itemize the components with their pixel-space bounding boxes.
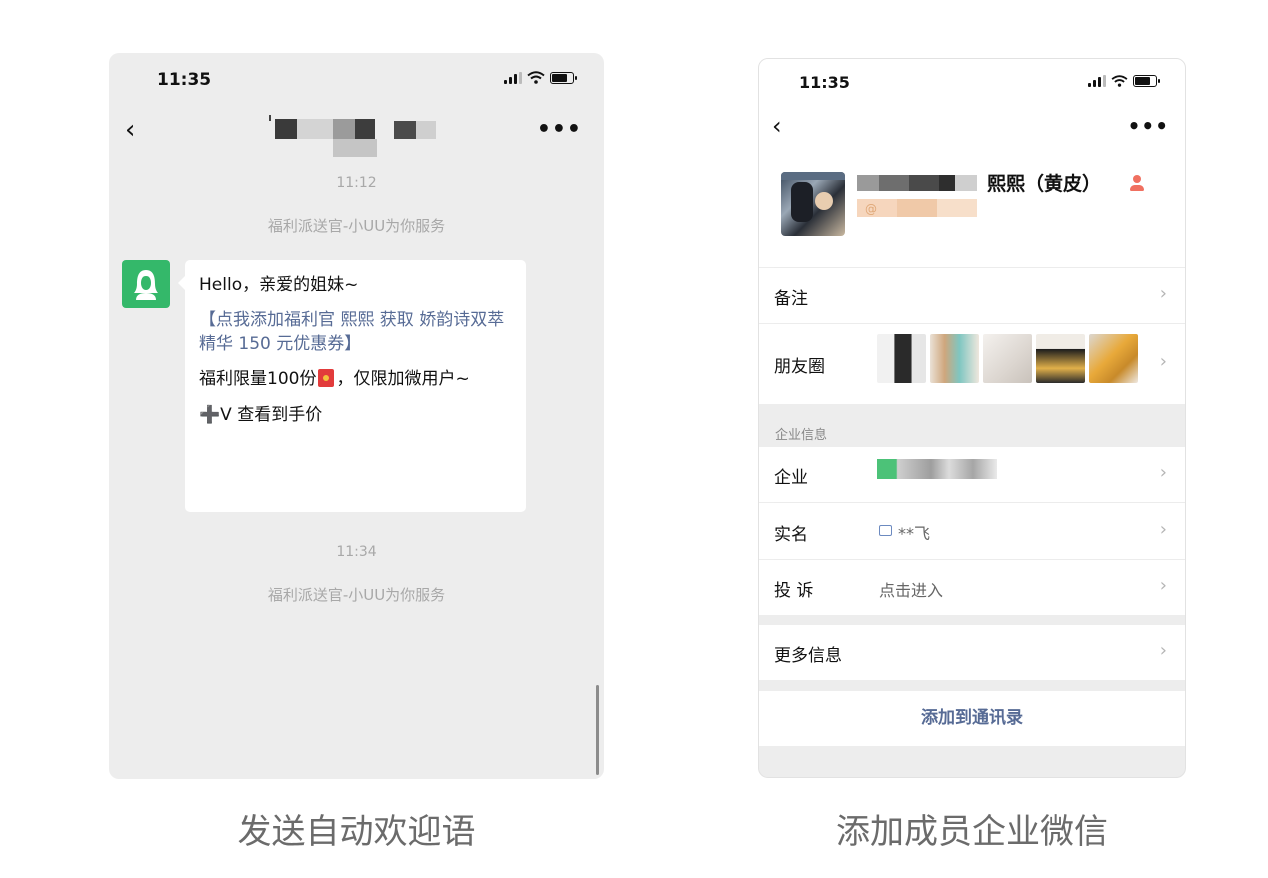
message-offer: 福利限量100份 ，仅限加微用户~: [199, 367, 512, 391]
wifi-icon: [1111, 75, 1128, 87]
chevron-right-icon: ›: [1159, 640, 1167, 661]
handle-prefix: @: [865, 202, 877, 216]
chevron-right-icon: ›: [1159, 519, 1167, 540]
row-label: 朋友圈: [774, 357, 825, 377]
wifi-icon: [527, 71, 545, 84]
section-title: 企业信息: [775, 428, 828, 443]
row-label: 投 诉: [774, 581, 814, 601]
moments-thumbnail: [983, 334, 1032, 383]
row-more-info[interactable]: 更多信息 ›: [759, 625, 1185, 680]
moments-thumbnail: [930, 334, 979, 383]
moments-thumbnail: [1036, 334, 1085, 383]
status-icons: [1088, 75, 1160, 87]
blurred-company: [877, 459, 997, 479]
message-offer-text-2: ，仅限加微用户~: [336, 369, 470, 390]
profile-avatar[interactable]: [781, 172, 845, 236]
signal-icon: [504, 71, 522, 84]
chat-screen: 11:35 ‹ ••• 11:12 福利派送官-小UU为你服务 Hello，亲爱…: [109, 53, 604, 779]
battery-icon: [1133, 75, 1160, 87]
message-offer-text: 福利限量100份: [199, 369, 317, 390]
status-icons: [504, 71, 577, 84]
caption-left: 发送自动欢迎语: [237, 812, 476, 852]
more-icon[interactable]: •••: [1128, 116, 1169, 136]
sender-avatar[interactable]: [122, 260, 170, 308]
more-icon[interactable]: •••: [537, 119, 582, 141]
profile-name: 熙熙（黄皮）: [987, 173, 1102, 195]
person-icon: [1129, 175, 1145, 193]
avatar-person-icon: [134, 270, 158, 300]
row-remark[interactable]: 备注 ›: [759, 268, 1185, 323]
caption-right: 添加成员企业微信: [836, 812, 1108, 852]
battery-icon: [550, 71, 577, 84]
chat-timestamp: 11:12: [336, 175, 377, 191]
row-moments[interactable]: 朋友圈 ›: [759, 324, 1185, 404]
blurred-nickname: @: [857, 171, 977, 219]
id-card-icon: [879, 525, 892, 536]
message-bubble[interactable]: Hello，亲爱的姐妹~ 【点我添加福利官 熙熙 获取 娇韵诗双萃精华 150 …: [178, 260, 526, 512]
blurred-chat-title: [269, 115, 449, 159]
chevron-right-icon: ›: [1159, 575, 1167, 596]
message-link[interactable]: 【点我添加福利官 熙熙 获取 娇韵诗双萃精华 150 元优惠券】: [199, 308, 512, 356]
moments-thumbnails: [877, 334, 1138, 383]
chat-timestamp: 11:34: [336, 544, 377, 560]
back-arrow-icon[interactable]: ‹: [772, 114, 782, 138]
chevron-right-icon: ›: [1159, 351, 1167, 372]
status-time: 11:35: [157, 70, 212, 90]
row-label: 更多信息: [774, 646, 842, 666]
system-message: 福利派送官-小UU为你服务: [267, 217, 446, 235]
chevron-right-icon: ›: [1159, 462, 1167, 483]
scrollbar[interactable]: [596, 685, 599, 775]
complaint-value: 点击进入: [879, 581, 944, 600]
chevron-right-icon: ›: [1159, 283, 1167, 304]
moments-thumbnail: [877, 334, 926, 383]
row-label: 备注: [774, 289, 808, 309]
realname-value: **飞: [898, 524, 931, 543]
message-greeting: Hello，亲爱的姐妹~: [199, 275, 359, 295]
moments-thumbnail: [1089, 334, 1138, 383]
red-packet-icon: [318, 369, 335, 388]
row-label: 实名: [774, 525, 808, 545]
message-cta: ➕V 查看到手价: [199, 404, 323, 425]
row-complaint[interactable]: 投 诉 点击进入 ›: [759, 560, 1185, 615]
system-message: 福利派送官-小UU为你服务: [267, 586, 446, 604]
back-arrow-icon[interactable]: ‹: [125, 117, 135, 143]
row-company[interactable]: 企业 ›: [759, 447, 1185, 502]
row-realname[interactable]: 实名 **飞 ›: [759, 503, 1185, 559]
row-label: 企业: [774, 468, 808, 488]
add-to-contacts-button[interactable]: 添加到通讯录: [759, 691, 1185, 746]
profile-screen: 11:35 ‹ ••• @ 熙熙（黄皮） 备注 › 朋友圈 › 企业信息 企业 …: [758, 58, 1186, 778]
status-time: 11:35: [799, 73, 850, 92]
signal-icon: [1088, 75, 1106, 87]
